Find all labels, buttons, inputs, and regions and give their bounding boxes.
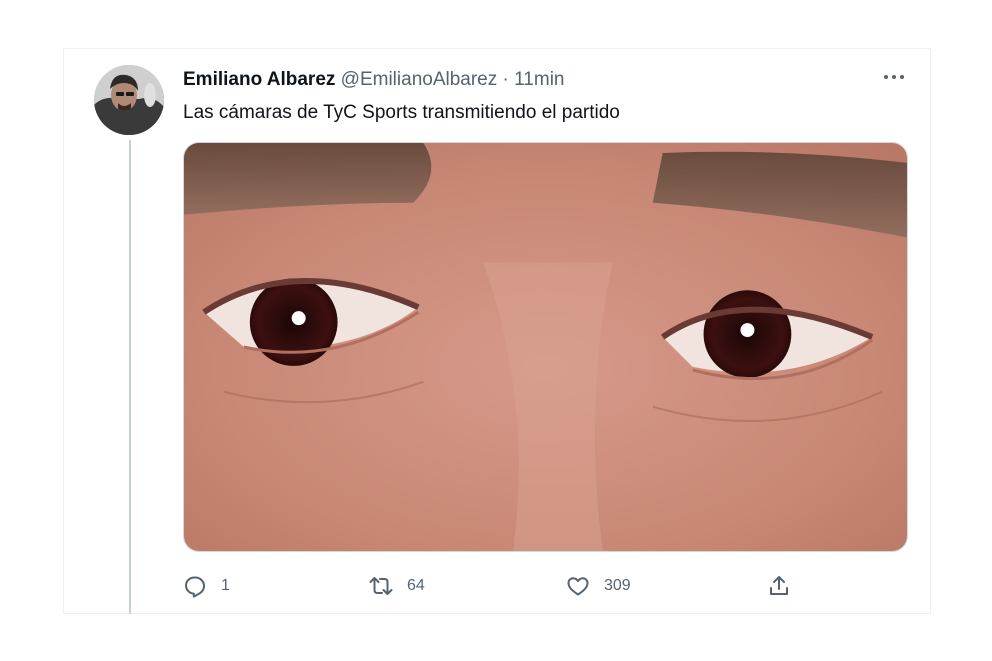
- heart-icon: [566, 574, 590, 598]
- share-icon: [767, 574, 791, 598]
- tweet-time[interactable]: 11min: [514, 69, 564, 90]
- like-count: 309: [604, 577, 631, 594]
- like-button[interactable]: 309: [566, 569, 631, 603]
- reply-icon: [183, 574, 207, 598]
- avatar[interactable]: [94, 65, 164, 135]
- author-name[interactable]: Emiliano Albarez: [183, 69, 335, 90]
- reply-button[interactable]: 1: [183, 569, 230, 603]
- thread-line: [129, 140, 131, 614]
- retweet-button[interactable]: 64: [369, 569, 425, 603]
- tweet-header: Emiliano Albarez @EmilianoAlbarez · 11mi…: [183, 67, 564, 93]
- author-handle[interactable]: @EmilianoAlbarez: [341, 69, 498, 90]
- reply-count: 1: [221, 577, 230, 594]
- tweet-actions: 1 64 309: [183, 569, 823, 603]
- tweet-text: Las cámaras de TyC Sports transmitiendo …: [183, 102, 620, 123]
- tweet-media-image[interactable]: [183, 142, 908, 552]
- separator: ·: [502, 69, 509, 90]
- share-button[interactable]: [767, 569, 791, 603]
- retweet-count: 64: [407, 577, 425, 594]
- retweet-icon: [369, 574, 393, 598]
- more-options-icon[interactable]: [881, 64, 907, 90]
